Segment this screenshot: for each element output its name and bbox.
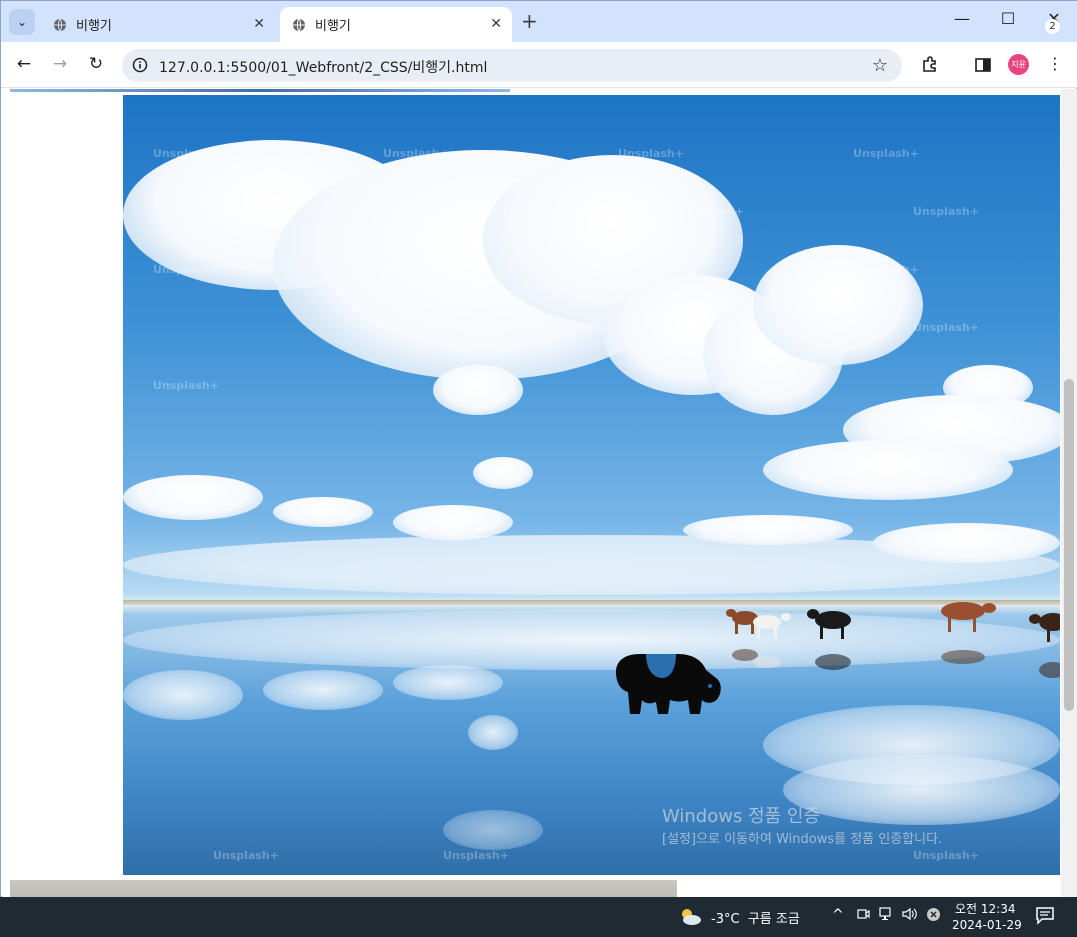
weather-text[interactable]: -3°C 구름 조금 (711, 908, 800, 927)
profile-avatar[interactable]: 지윤 (1008, 54, 1029, 75)
landscape-photo: Unsplash+ Unsplash+ Unsplash+ Unsplash+ … (123, 95, 1060, 875)
reload-button[interactable]: ↻ (85, 54, 107, 74)
watermark-text: Unsplash+ (443, 205, 509, 218)
tab-strip: ⌄ 비행기 ✕ 비행기 ✕ + — ☐ ✕ (1, 1, 1077, 42)
cloud-reflection (123, 670, 243, 720)
watermark-text: Unsplash+ (383, 147, 449, 160)
weather-temperature: -3°C (711, 912, 740, 927)
cloud (473, 457, 533, 489)
watermark-text: Unsplash+ (913, 321, 979, 334)
cloud-reflection (443, 810, 543, 850)
cloud (683, 515, 853, 545)
browser-toolbar: ← → ↻ 127.0.0.1:5500/01_Webfront/2_CSS/비… (1, 42, 1077, 88)
cloud (873, 523, 1060, 563)
watermark-text: Unsplash+ (913, 849, 979, 862)
tab-title: 비행기 (315, 19, 351, 34)
tab-close-icon[interactable]: ✕ (253, 16, 265, 32)
cloud-reflection (263, 670, 383, 710)
watermark-text: Unsplash+ (153, 147, 219, 160)
cloud-reflection (783, 755, 1060, 825)
globe-icon (292, 18, 306, 32)
extensions-icon[interactable] (920, 55, 940, 75)
camera-icon[interactable] (856, 907, 870, 925)
cloud-reflection (393, 665, 503, 700)
watermark-text: Unsplash+ (913, 205, 979, 218)
site-info-icon[interactable] (132, 57, 148, 73)
maximize-button[interactable]: ☐ (993, 9, 1023, 28)
new-tab-button[interactable]: + (521, 10, 538, 32)
windows-activation-subtitle: [설정]으로 이동하여 Windows를 정품 인증합니다. (662, 832, 943, 847)
url-text[interactable]: 127.0.0.1:5500/01_Webfront/2_CSS/비행기.htm… (159, 57, 487, 77)
watermark-text: Unsplash+ (853, 147, 919, 160)
clock-time[interactable]: 오전 12:34 (955, 900, 1015, 917)
globe-icon (53, 18, 67, 32)
browser-menu-icon[interactable]: ⋮ (1047, 54, 1063, 73)
cloud (123, 475, 263, 520)
cloud (433, 365, 523, 415)
clock-date[interactable]: 2024-01-29 (952, 918, 1022, 932)
watermark-text: Unsplash+ (153, 379, 219, 392)
watermark-text: Unsplash+ (153, 263, 219, 276)
tray-overflow-chevron-icon[interactable]: ^ (832, 907, 844, 923)
bookmark-star-icon[interactable]: ☆ (872, 55, 888, 76)
notification-count-badge: 2 (1045, 19, 1060, 34)
address-bar[interactable]: 127.0.0.1:5500/01_Webfront/2_CSS/비행기.htm… (122, 49, 902, 82)
watermark-text: Unsplash+ (383, 263, 449, 276)
browser-window: ⌄ 비행기 ✕ 비행기 ✕ + — ☐ ✕ ← → ↻ 127.0.0. (0, 0, 1077, 898)
tab-title: 비행기 (76, 19, 112, 34)
cloud-reflection (468, 715, 518, 750)
weather-description: 구름 조금 (747, 912, 800, 927)
minimize-button[interactable]: — (947, 9, 977, 28)
vertical-scrollbar[interactable] (1061, 89, 1077, 898)
cow-icon (616, 654, 721, 714)
next-image-edge (10, 880, 677, 898)
cloud (763, 440, 1013, 500)
taskbar: -3°C 구름 조금 ^ 오전 12:34 2024-01-29 (0, 897, 1077, 937)
forward-button[interactable]: → (49, 54, 71, 74)
tab-close-icon[interactable]: ✕ (490, 16, 502, 32)
page-viewport: Unsplash+ Unsplash+ Unsplash+ Unsplash+ … (2, 89, 1077, 898)
back-button[interactable]: ← (13, 54, 35, 74)
tab-inactive[interactable]: 비행기 ✕ (41, 7, 275, 42)
watermark-text: Unsplash+ (213, 849, 279, 862)
watermark-text: Unsplash+ (618, 147, 684, 160)
watermark-text: Unsplash+ (678, 205, 744, 218)
watermark-text: Unsplash+ (213, 205, 279, 218)
watermark-text: Unsplash+ (853, 263, 919, 276)
notification-center-icon[interactable] (1035, 906, 1057, 926)
volume-icon[interactable] (901, 907, 917, 925)
weather-partly-cloudy-icon[interactable] (678, 905, 702, 927)
cloud (273, 497, 373, 527)
side-panel-icon[interactable] (973, 55, 993, 75)
windows-activation-title: Windows 정품 인증 (662, 806, 821, 827)
network-icon[interactable] (879, 907, 895, 925)
tab-search-button[interactable]: ⌄ (9, 9, 35, 35)
status-error-icon[interactable] (926, 907, 941, 926)
previous-image-edge (10, 89, 510, 92)
scrollbar-thumb[interactable] (1064, 379, 1074, 711)
tab-active[interactable]: 비행기 ✕ (280, 7, 512, 42)
watermark-text: Unsplash+ (443, 849, 509, 862)
cattle-herd (726, 602, 1060, 678)
